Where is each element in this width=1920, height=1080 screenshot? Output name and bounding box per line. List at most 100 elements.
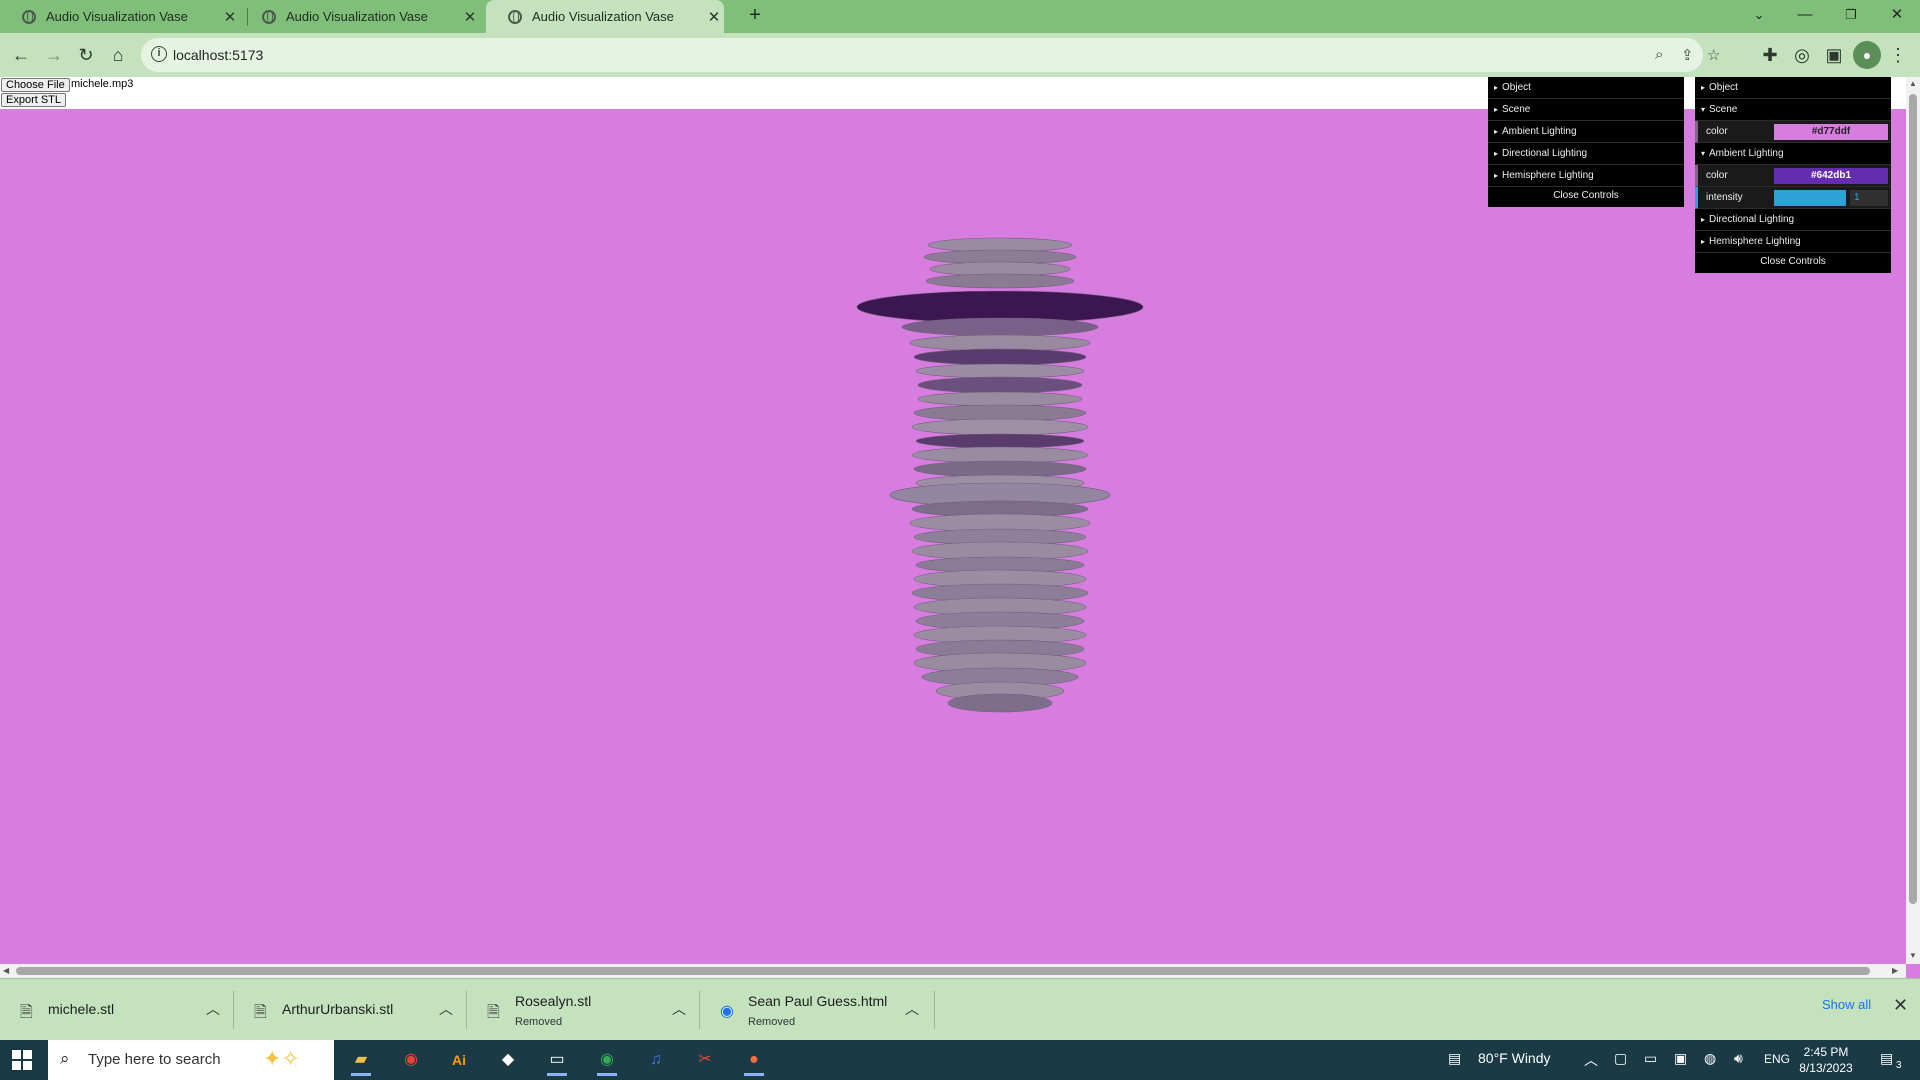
vertical-scrollbar[interactable]: ▲ ▼ [1906,77,1920,964]
chevron-up-icon[interactable]: ︿ [439,999,453,1019]
taskbar-search-box[interactable]: ⌕ Type here to search ✦✧ [48,1040,334,1080]
close-downloads-icon[interactable]: ✕ [1893,995,1908,1016]
vase-3d-canvas[interactable] [820,157,1180,757]
chevron-up-icon[interactable]: ︿ [672,999,686,1019]
gui-folder-directional-lighting[interactable]: Directional Lighting [1488,143,1684,165]
chrome-profile-icon[interactable]: ◉ [589,1044,625,1076]
intensity-input[interactable]: 1 [1850,190,1888,206]
horizontal-scrollbar[interactable]: ◀ ▶ [0,964,1906,978]
folder-label: Ambient Lighting [1502,126,1577,137]
vase-ring [917,376,1083,394]
close-tab-icon[interactable]: ✕ [460,8,480,26]
file-explorer-icon[interactable]: ▰ [343,1044,379,1076]
display-icon[interactable]: ▣ [1674,1050,1687,1067]
side-panel-icon[interactable]: ▣ [1820,41,1848,69]
profile-avatar-icon[interactable]: ● [1853,41,1881,69]
close-tab-icon[interactable]: ✕ [704,8,724,26]
download-item[interactable]: 🗎 Rosealyn.stl Removed ︿ [467,979,700,1041]
control-label: color [1706,126,1728,137]
menu-kebab-icon[interactable]: ⋮ [1884,41,1912,69]
gui-folder-hemisphere-lighting[interactable]: Hemisphere Lighting [1488,165,1684,187]
network-globe-icon[interactable]: ◍ [1704,1050,1716,1067]
vase-ring [915,363,1085,379]
illustrator-icon[interactable]: Ai [441,1044,477,1076]
horizontal-scroll-thumb[interactable] [16,967,1870,975]
gui-folder-ambient-lighting[interactable]: Ambient Lighting [1488,121,1684,143]
close-tab-icon[interactable]: ✕ [220,8,240,26]
audacity-icon[interactable]: ♫ [638,1044,674,1076]
chevron-up-icon[interactable]: ︿ [206,999,220,1019]
home-icon[interactable]: ⌂ [104,41,132,69]
back-arrow-icon[interactable]: ← [7,41,35,69]
globe-icon [22,9,36,24]
browser-tab-3[interactable]: Audio Visualization Vase ✕ [486,0,724,33]
meet-icon[interactable]: ▢ [1614,1050,1627,1067]
close-window-icon[interactable]: ✕ [1874,0,1920,30]
scene-color-control: color #d77ddf [1695,121,1891,143]
gui-folder-object[interactable]: Object [1695,77,1891,99]
extensions-icon[interactable]: ✚ [1756,41,1784,69]
zoom-icon[interactable]: ⌕ [1655,46,1663,63]
export-stl-button[interactable]: Export STL [1,93,67,107]
minimize-icon[interactable]: — [1782,0,1828,30]
download-name: ArthurUrbanski.stl [282,1001,394,1017]
language-indicator[interactable]: ENG [1764,1052,1790,1066]
scroll-right-arrow-icon[interactable]: ▶ [1892,966,1898,975]
snipping-tool-icon[interactable]: ✂ [687,1044,723,1076]
new-tab-button[interactable]: + [732,0,778,30]
browser-tab-2[interactable]: Audio Visualization Vase ✕ [240,0,480,33]
browser-tab-1[interactable]: Audio Visualization Vase ✕ [0,0,240,33]
scroll-up-arrow-icon[interactable]: ▲ [1909,79,1917,88]
weather-text[interactable]: 80°F Windy [1478,1050,1551,1066]
reload-icon[interactable]: ↻ [72,41,100,69]
show-all-link[interactable]: Show all [1822,997,1871,1012]
restore-icon[interactable]: ❐ [1828,0,1874,30]
file-icon: 🗎 [487,1004,500,1021]
share-icon[interactable]: ⇪ [1681,46,1694,64]
gui-folder-directional-lighting[interactable]: Directional Lighting [1695,209,1891,231]
gui-folder-scene[interactable]: Scene [1488,99,1684,121]
tab-search-icon[interactable]: ⌄ [1736,0,1782,30]
selected-file-name: michele.mp3 [71,78,134,90]
choose-file-button[interactable]: Choose File [1,78,70,92]
clock[interactable]: 2:45 PM 8/13/2023 [1796,1044,1856,1076]
forward-arrow-icon[interactable]: → [40,41,68,69]
notifications-icon[interactable]: ▤ [1880,1050,1893,1067]
chevron-up-icon[interactable]: ︿ [905,999,919,1019]
tray-chevron-up-icon[interactable]: ︿ [1584,1050,1598,1070]
address-bar[interactable]: i localhost:5173 ⌕ ⇪ ☆ [141,38,1720,72]
volume-icon[interactable]: 🔊︎ [1734,1050,1743,1067]
gui-folder-object[interactable]: Object [1488,77,1684,99]
intensity-slider[interactable] [1774,190,1846,206]
gui-folder-ambient-lighting[interactable]: Ambient Lighting [1695,143,1891,165]
vase-ring [913,404,1087,422]
page-viewport: Choose File michele.mp3 Export STL Objec… [0,77,1906,964]
vase-ring [909,334,1091,352]
site-info-icon[interactable]: i [151,46,167,62]
scroll-left-arrow-icon[interactable]: ◀ [3,966,9,975]
extension-icon[interactable]: ◎ [1788,41,1816,69]
download-item[interactable]: 🗎 ArthurUrbanski.stl ︿ [234,979,467,1041]
close-controls-button[interactable]: Close Controls [1695,253,1891,273]
gui-folder-scene[interactable]: Scene [1695,99,1891,121]
battery-icon[interactable]: ▭ [1644,1050,1657,1067]
ambient-color-swatch[interactable]: #642db1 [1774,168,1888,184]
scroll-down-arrow-icon[interactable]: ▼ [1909,951,1917,960]
weather-icon[interactable]: ▤ [1448,1050,1461,1067]
download-item[interactable]: 🗎 michele.stl ︿ [0,979,234,1041]
terminal-icon[interactable]: ▭ [539,1044,575,1076]
windows-start-icon[interactable] [12,1050,32,1070]
folder-label: Directional Lighting [1502,148,1588,159]
inkscape-icon[interactable]: ◆ [490,1044,526,1076]
scene-color-swatch[interactable]: #d77ddf [1774,124,1888,140]
url-text: localhost:5173 [173,47,264,63]
bookmark-star-icon[interactable]: ☆ [1707,46,1720,64]
firefox-icon[interactable]: ● [736,1044,772,1076]
file-icon: 🗎 [20,1004,33,1021]
close-controls-button[interactable]: Close Controls [1488,187,1684,207]
vertical-scroll-thumb[interactable] [1909,94,1917,904]
chrome-icon[interactable]: ◉ [393,1044,429,1076]
download-item[interactable]: ◉ Sean Paul Guess.html Removed ︿ [700,979,935,1041]
control-label: color [1706,170,1728,181]
gui-folder-hemisphere-lighting[interactable]: Hemisphere Lighting [1695,231,1891,253]
